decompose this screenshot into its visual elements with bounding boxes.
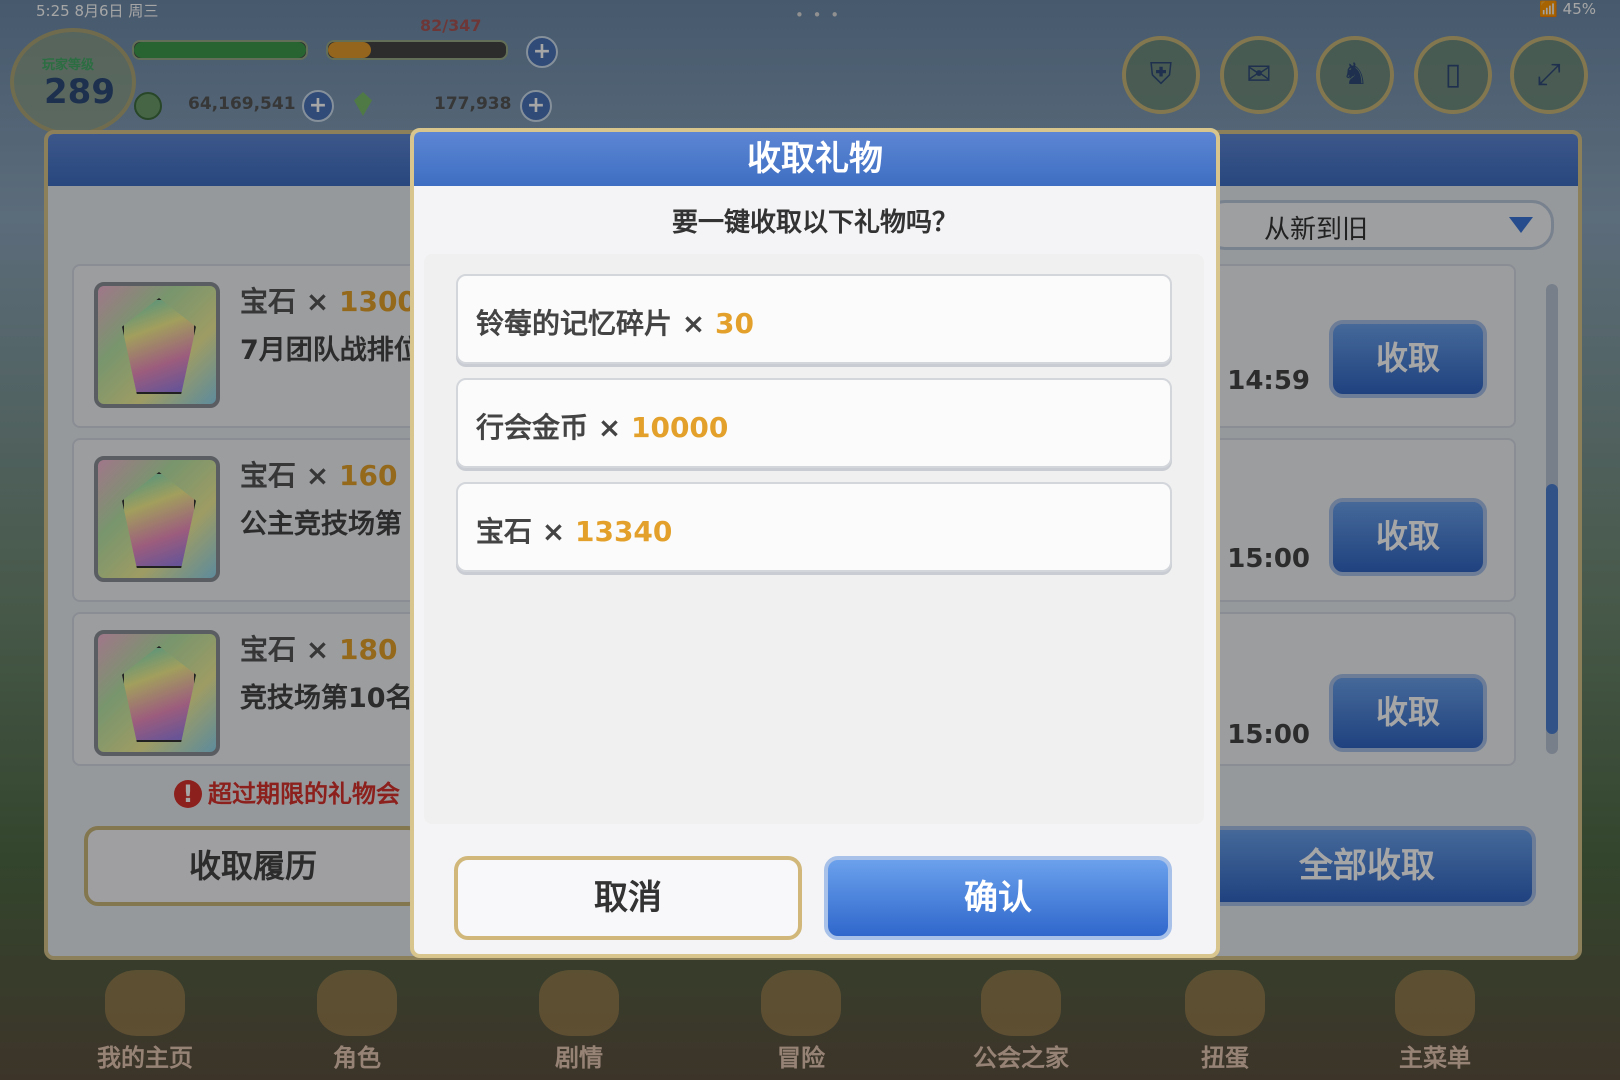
dialog-title: 收取礼物 (414, 132, 1216, 186)
confirm-button[interactable]: 确认 (824, 856, 1172, 940)
dialog-gift-item: 宝石 × 13340 (456, 482, 1172, 572)
cancel-button[interactable]: 取消 (454, 856, 802, 940)
dialog-gift-item: 行会金币 × 10000 (456, 378, 1172, 468)
dialog-gift-list: 铃莓的记忆碎片 × 30 行会金币 × 10000 宝石 × 13340 (424, 254, 1204, 824)
dialog-gift-item: 铃莓的记忆碎片 × 30 (456, 274, 1172, 364)
dialog-question: 要一键收取以下礼物吗？ (671, 208, 958, 238)
collect-gifts-dialog: 收取礼物 要一键收取以下礼物吗？ 铃莓的记忆碎片 × 30 行会金币 × 100… (410, 128, 1220, 958)
